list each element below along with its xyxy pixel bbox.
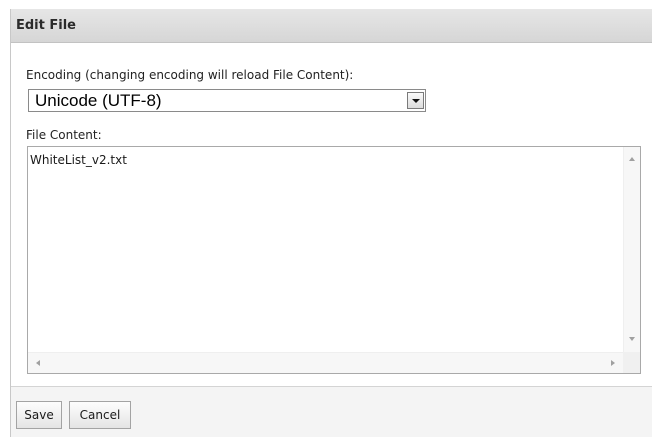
file-content-label: File Content: [26, 128, 102, 142]
scrollbar-corner [623, 352, 640, 373]
panel-header: Edit File [11, 9, 652, 43]
encoding-label: Encoding (changing encoding will reload … [26, 68, 354, 82]
encoding-select[interactable]: Unicode (UTF-8) [28, 89, 426, 112]
cancel-button[interactable]: Cancel [69, 401, 131, 429]
edit-file-panel: Edit File Encoding (changing encoding wi… [10, 9, 652, 437]
scroll-left-icon[interactable] [36, 360, 40, 366]
file-content-text: WhiteList_v2.txt [30, 153, 127, 167]
scroll-right-icon[interactable] [611, 360, 615, 366]
vertical-scrollbar[interactable] [623, 147, 640, 352]
dropdown-arrow-button[interactable] [407, 92, 424, 109]
file-content-textarea[interactable]: WhiteList_v2.txt [27, 146, 641, 374]
chevron-down-icon [412, 99, 420, 103]
panel-title: Edit File [16, 18, 76, 33]
scroll-up-icon[interactable] [629, 157, 635, 161]
save-button[interactable]: Save [16, 401, 62, 429]
encoding-selected-value: Unicode (UTF-8) [35, 91, 162, 110]
scroll-down-icon[interactable] [629, 337, 635, 341]
horizontal-scrollbar[interactable] [28, 352, 623, 373]
button-bar: Save Cancel [11, 386, 652, 437]
